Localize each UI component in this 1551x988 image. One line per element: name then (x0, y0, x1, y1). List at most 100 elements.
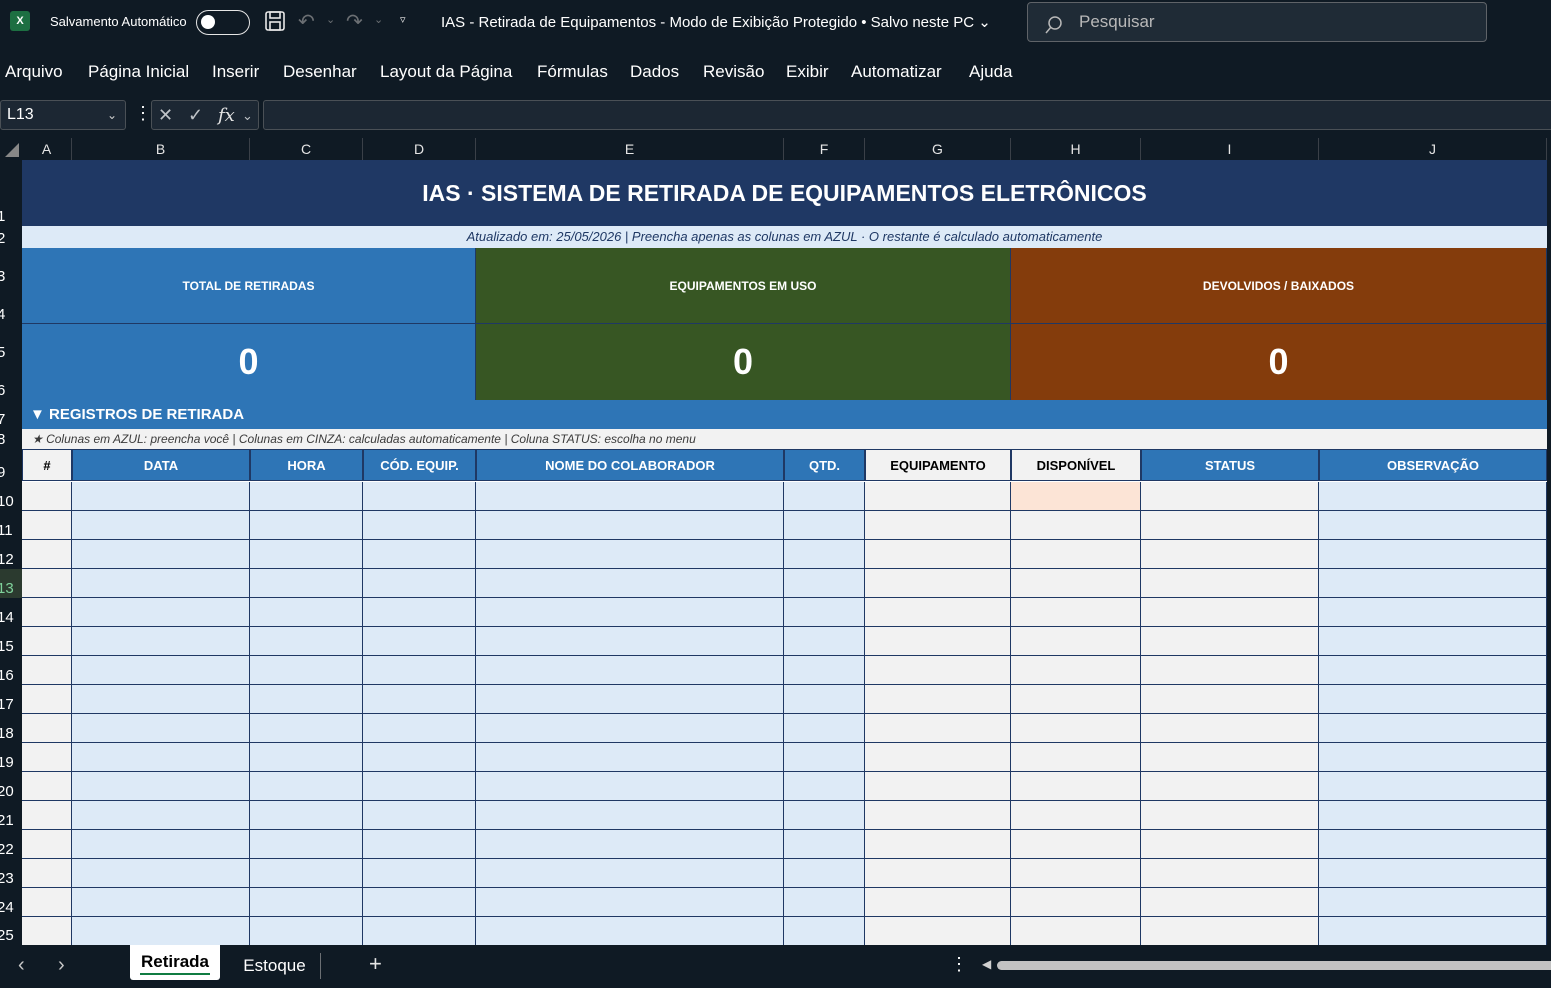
row-header-17[interactable]: 17 (0, 685, 22, 714)
cell-equipamento[interactable] (865, 743, 1011, 772)
cell-hora[interactable] (250, 714, 363, 743)
row-header-5[interactable]: 5 (0, 324, 22, 362)
row-header-19[interactable]: 19 (0, 743, 22, 772)
cell-observacao[interactable] (1319, 656, 1547, 685)
cell-equipamento[interactable] (865, 511, 1011, 540)
menu-desenhar[interactable]: Desenhar (283, 62, 357, 82)
column-header-i[interactable]: I (1141, 138, 1319, 160)
cell-status[interactable] (1141, 598, 1319, 627)
cell-status[interactable] (1141, 627, 1319, 656)
row-header-10[interactable]: 10 (0, 482, 22, 511)
table-header-cod-equip[interactable]: CÓD. EQUIP. (363, 449, 476, 481)
cell-disponivel[interactable] (1011, 888, 1141, 917)
menu-dados[interactable]: Dados (630, 62, 679, 82)
cell-disponivel[interactable] (1011, 685, 1141, 714)
cell-observacao[interactable] (1319, 888, 1547, 917)
column-header-h[interactable]: H (1011, 138, 1141, 160)
menu-arquivo[interactable]: Arquivo (5, 62, 63, 82)
menu-revisao[interactable]: Revisão (703, 62, 764, 82)
cell-cod-equip[interactable] (363, 656, 476, 685)
cell-equipamento[interactable] (865, 859, 1011, 888)
cell-nome-colaborador[interactable] (476, 685, 784, 714)
row-header-12[interactable]: 12 (0, 540, 22, 569)
cell-data[interactable] (72, 656, 250, 685)
menu-automatizar[interactable]: Automatizar (851, 62, 942, 82)
cell-nome-colaborador[interactable] (476, 627, 784, 656)
cell-observacao[interactable] (1319, 569, 1547, 598)
cell-status[interactable] (1141, 540, 1319, 569)
customize-toolbar-icon[interactable]: ▿ (400, 13, 406, 26)
cell-qtd[interactable] (784, 627, 865, 656)
cell-number[interactable] (22, 830, 72, 859)
autosave-toggle[interactable] (196, 10, 250, 35)
cancel-icon[interactable]: ✕ (158, 105, 173, 126)
scroll-left-icon[interactable]: ◀ (982, 957, 991, 971)
cell-qtd[interactable] (784, 917, 865, 945)
cell-equipamento[interactable] (865, 685, 1011, 714)
cell-qtd[interactable] (784, 772, 865, 801)
select-all-corner[interactable] (0, 138, 22, 160)
cell-nome-colaborador[interactable] (476, 830, 784, 859)
menu-ajuda[interactable]: Ajuda (969, 62, 1012, 82)
table-header-status[interactable]: STATUS (1141, 449, 1319, 481)
cell-status[interactable] (1141, 511, 1319, 540)
cell-nome-colaborador[interactable] (476, 540, 784, 569)
row-header-15[interactable]: 15 (0, 627, 22, 656)
next-sheet-icon[interactable]: › (58, 954, 65, 977)
row-header-2[interactable]: 2 (0, 226, 22, 248)
column-header-b[interactable]: B (72, 138, 250, 160)
save-icon[interactable] (264, 10, 286, 38)
cell-nome-colaborador[interactable] (476, 511, 784, 540)
cell-cod-equip[interactable] (363, 801, 476, 830)
cell-equipamento[interactable] (865, 656, 1011, 685)
column-header-j[interactable]: J (1319, 138, 1547, 160)
kpi-total-label[interactable]: TOTAL DE RETIRADAS (22, 248, 476, 324)
redo-icon[interactable]: ↷ (346, 10, 363, 34)
cell-number[interactable] (22, 714, 72, 743)
cell-cod-equip[interactable] (363, 627, 476, 656)
cell-data[interactable] (72, 482, 250, 511)
cell-cod-equip[interactable] (363, 569, 476, 598)
cell-hora[interactable] (250, 743, 363, 772)
cell-status[interactable] (1141, 714, 1319, 743)
cell-hora[interactable] (250, 859, 363, 888)
cell-equipamento[interactable] (865, 627, 1011, 656)
cell-qtd[interactable] (784, 598, 865, 627)
row-header-23[interactable]: 23 (0, 859, 22, 888)
cell-status[interactable] (1141, 656, 1319, 685)
table-header-number[interactable]: # (22, 449, 72, 481)
cell-qtd[interactable] (784, 482, 865, 511)
cell-equipamento[interactable] (865, 917, 1011, 945)
cell-observacao[interactable] (1319, 772, 1547, 801)
row-header-25[interactable]: 25 (0, 917, 22, 945)
row-header-20[interactable]: 20 (0, 772, 22, 801)
cell-observacao[interactable] (1319, 859, 1547, 888)
cell-equipamento[interactable] (865, 888, 1011, 917)
cell-hora[interactable] (250, 685, 363, 714)
cell-nome-colaborador[interactable] (476, 917, 784, 945)
sheet-subtitle[interactable]: Atualizado em: 25/05/2026 | Preencha ape… (22, 226, 1547, 248)
table-header-nome-colaborador[interactable]: NOME DO COLABORADOR (476, 449, 784, 481)
cell-number[interactable] (22, 801, 72, 830)
cell-hora[interactable] (250, 540, 363, 569)
cell-number[interactable] (22, 859, 72, 888)
cell-qtd[interactable] (784, 801, 865, 830)
cell-number[interactable] (22, 482, 72, 511)
cell-status[interactable] (1141, 801, 1319, 830)
cell-observacao[interactable] (1319, 830, 1547, 859)
cell-observacao[interactable] (1319, 685, 1547, 714)
cell-hora[interactable] (250, 830, 363, 859)
cell-disponivel[interactable] (1011, 627, 1141, 656)
cell-nome-colaborador[interactable] (476, 714, 784, 743)
menu-formulas[interactable]: Fórmulas (537, 62, 608, 82)
table-header-disponivel[interactable]: DISPONÍVEL (1011, 449, 1141, 481)
cell-cod-equip[interactable] (363, 888, 476, 917)
cell-hora[interactable] (250, 569, 363, 598)
cell-qtd[interactable] (784, 830, 865, 859)
kpi-em-uso-value[interactable]: 0 (476, 324, 1011, 400)
row-header-8[interactable]: 8 (0, 429, 22, 449)
cell-cod-equip[interactable] (363, 917, 476, 945)
kpi-em-uso-label[interactable]: EQUIPAMENTOS EM USO (476, 248, 1011, 324)
sheet-tab-estoque[interactable]: Estoque (229, 953, 321, 979)
table-header-equipamento[interactable]: EQUIPAMENTO (865, 449, 1011, 481)
